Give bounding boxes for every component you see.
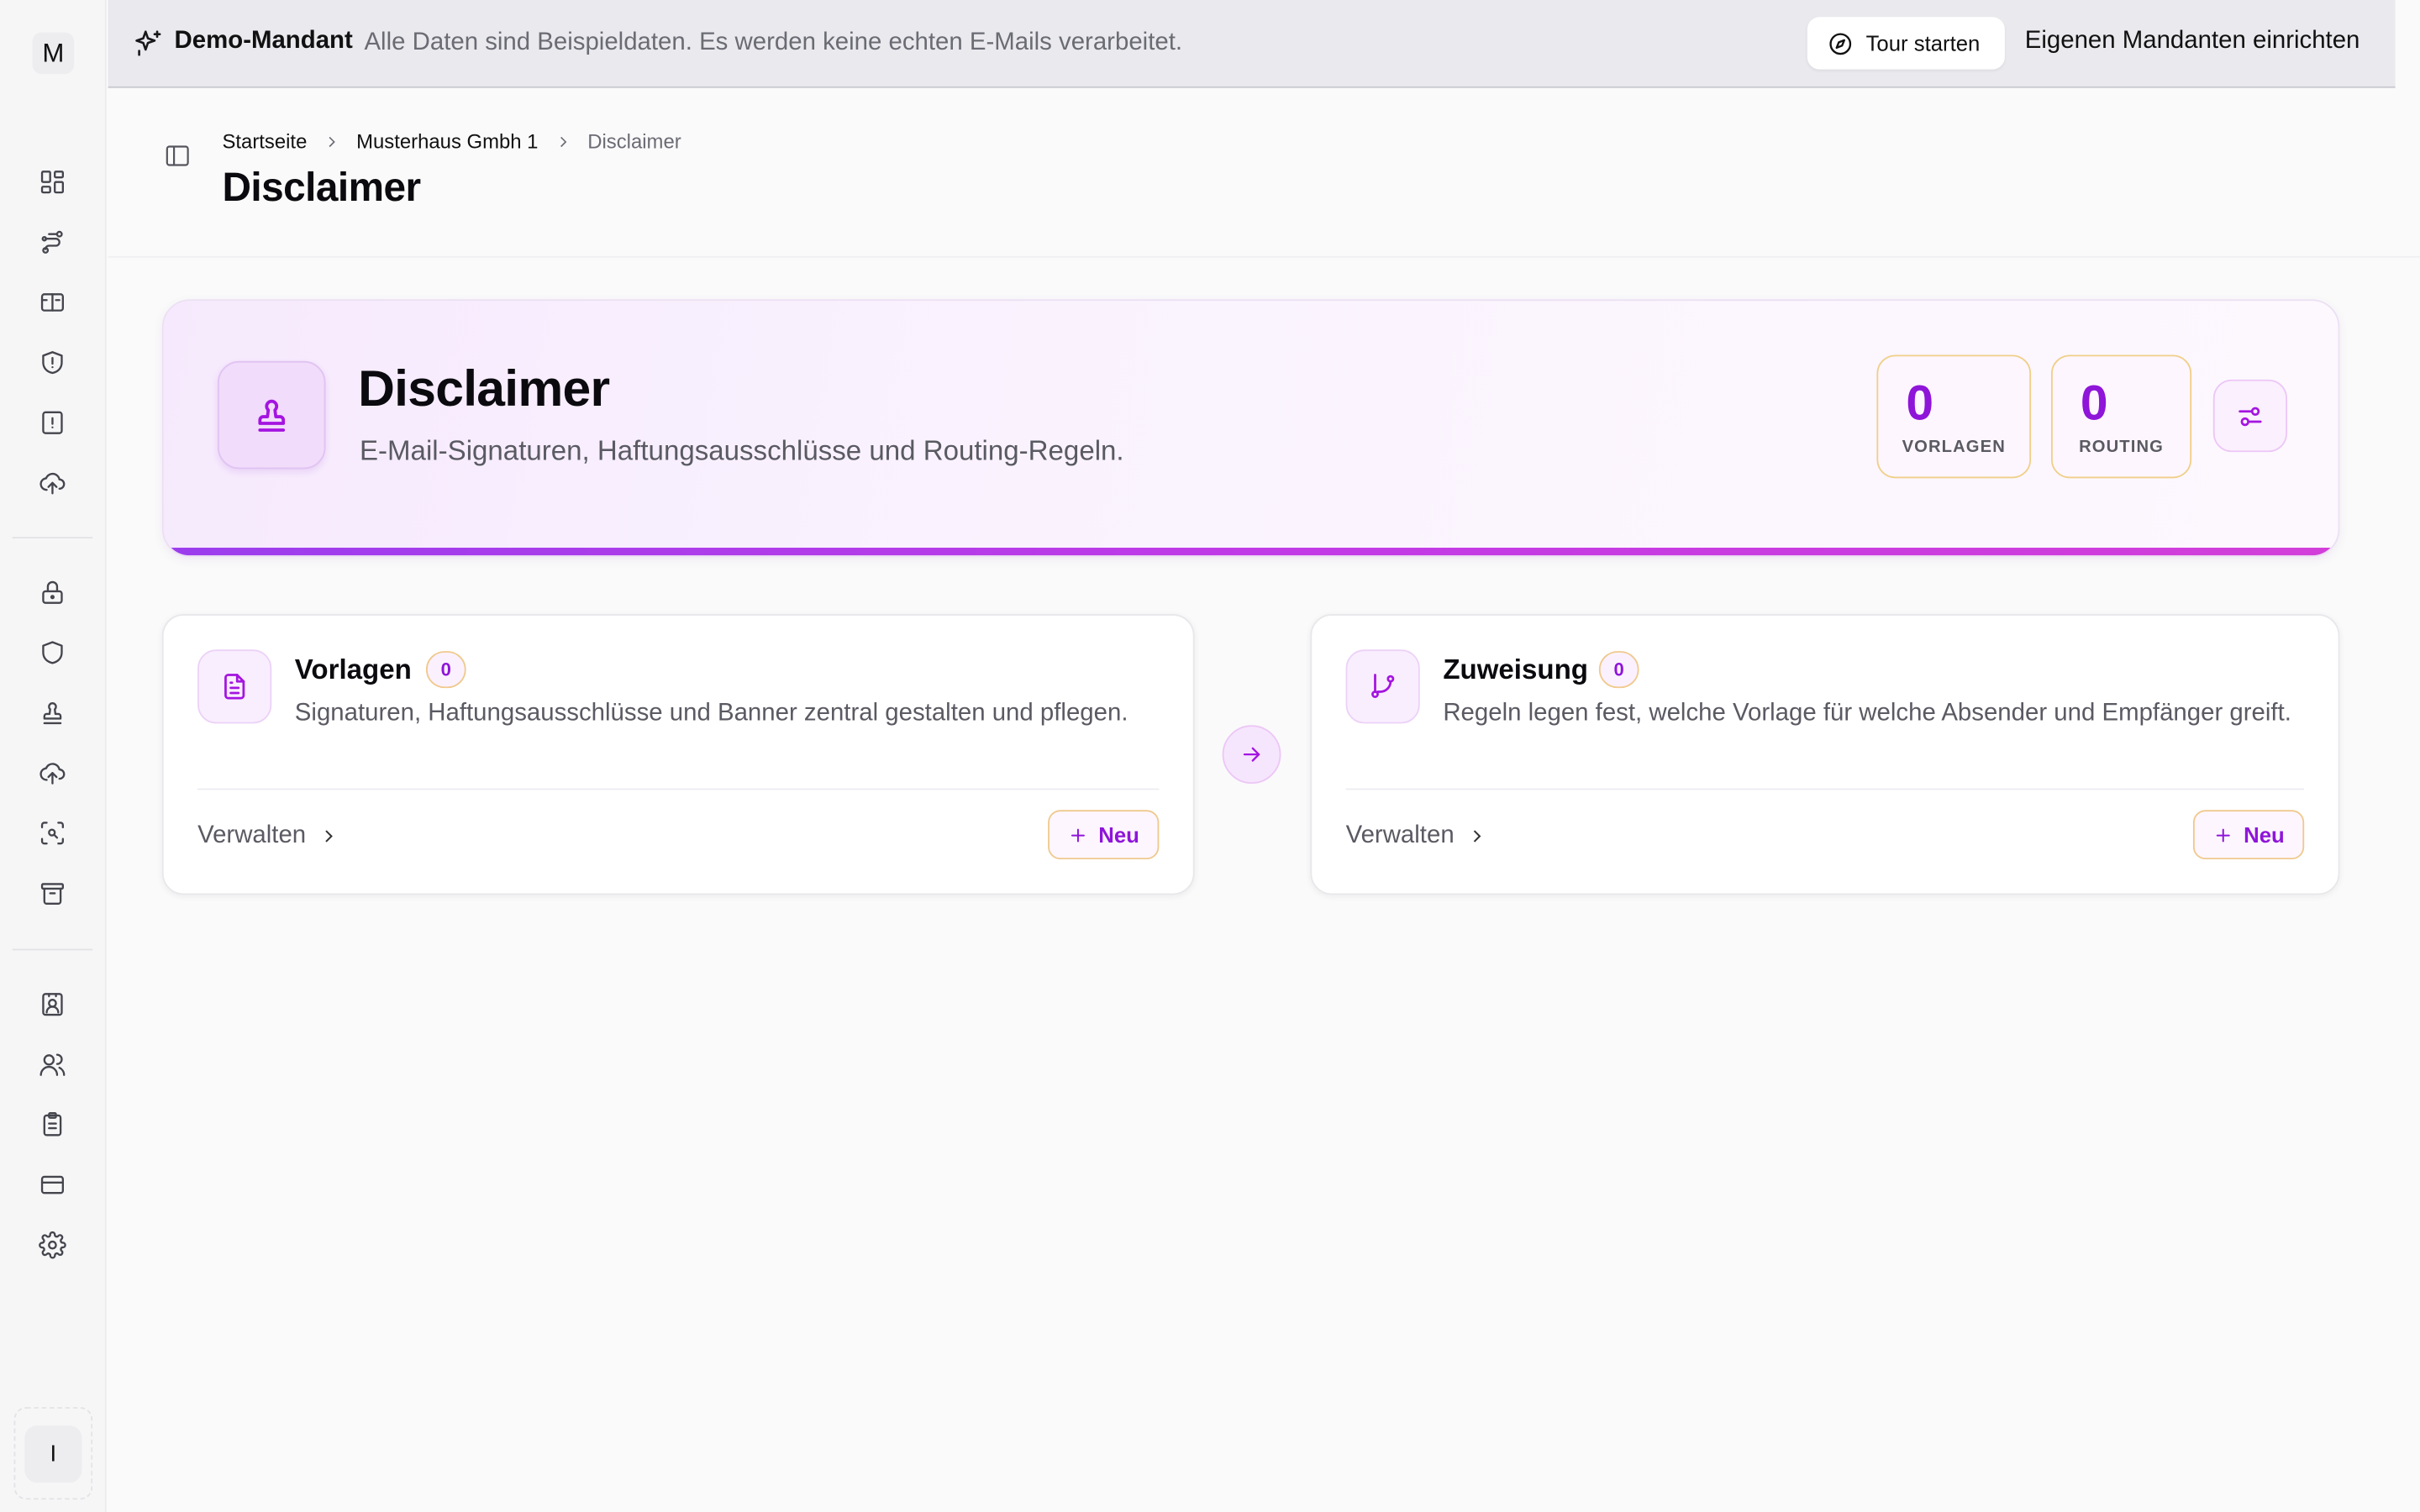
demo-tenant-name: Demo-Mandant (174, 28, 353, 55)
templates-card-description: Signaturen, Haftungsausschlüsse und Bann… (294, 700, 1128, 727)
card-divider (1345, 788, 2305, 790)
assignment-manage-link[interactable]: Verwalten (1346, 822, 1488, 850)
chevron-right-icon (323, 132, 341, 150)
start-tour-button[interactable]: Tour starten (1807, 17, 2005, 70)
shield-icon[interactable] (34, 634, 71, 671)
credit-card-icon[interactable] (34, 1167, 71, 1204)
cloud-upload-icon[interactable] (34, 754, 71, 791)
chevron-right-icon (554, 132, 572, 150)
assignment-card: Zuweisung 0 Regeln legen fest, welche Vo… (1310, 614, 2340, 895)
arrow-right-icon (1222, 725, 1281, 785)
sparkles-icon (133, 28, 164, 59)
setup-own-tenant-link[interactable]: Eigenen Mandanten einrichten (2025, 28, 2360, 55)
templates-manage-label: Verwalten (197, 822, 307, 849)
templates-new-label: Neu (1098, 822, 1139, 848)
chevron-right-icon (1474, 830, 1481, 843)
user-initial: I (50, 1441, 57, 1467)
card-divider (197, 788, 1160, 790)
templates-count-badge: 0 (425, 651, 466, 689)
route-icon[interactable] (34, 223, 71, 260)
scan-search-icon[interactable] (34, 815, 71, 852)
stat-templates-label: VORLAGEN (1902, 438, 2006, 457)
user-avatar[interactable]: I (24, 1425, 82, 1483)
breadcrumb: Startseite Musterhaus Gmbh 1 Disclaimer (222, 129, 681, 153)
stat-templates-value: 0 (1906, 375, 1934, 431)
workspace-logo-letter: M (42, 37, 65, 67)
assignment-manage-label: Verwalten (1345, 822, 1455, 849)
templates-new-button[interactable]: Neu (1048, 810, 1160, 860)
file-text-icon (197, 649, 272, 724)
dashboard-icon[interactable] (34, 164, 71, 201)
plus-icon (1071, 827, 1085, 842)
lock-icon[interactable] (34, 574, 71, 611)
cloud-upload-icon[interactable] (34, 465, 71, 501)
page-header: Startseite Musterhaus Gmbh 1 Disclaimer … (108, 90, 2420, 258)
assignment-count-badge: 0 (1598, 651, 1639, 689)
stat-routing: 0 ROUTING (2050, 354, 2192, 479)
sidebar: M I (0, 0, 107, 1512)
stat-routing-value: 0 (2080, 375, 2108, 431)
stamp-icon (217, 360, 326, 470)
disclaimer-hero-card: Disclaimer E-Mail-Signaturen, Haftungsau… (161, 299, 2340, 558)
hero-title: Disclaimer (358, 359, 610, 417)
shield-alert-icon[interactable] (34, 344, 71, 381)
assignment-new-button[interactable]: Neu (2192, 810, 2305, 860)
page-title: Disclaimer (222, 163, 421, 210)
gear-icon[interactable] (34, 1226, 71, 1263)
templates-manage-link[interactable]: Verwalten (197, 822, 339, 850)
assignment-new-label: Neu (2244, 822, 2285, 848)
hero-subtitle: E-Mail-Signaturen, Haftungsausschlüsse u… (359, 434, 1124, 466)
users-icon[interactable] (34, 1046, 71, 1083)
stamp-icon[interactable] (34, 695, 71, 732)
archive-icon[interactable] (34, 874, 71, 911)
settings-sliders-button[interactable] (2212, 379, 2287, 453)
assignment-card-title: Zuweisung (1443, 654, 1588, 685)
templates-card: Vorlagen 0 Signaturen, Haftungsausschlüs… (161, 614, 1195, 895)
sidebar-divider (12, 948, 93, 951)
clipboard-icon[interactable] (34, 1106, 71, 1143)
sidebar-toggle-icon[interactable] (164, 142, 192, 170)
chevron-right-icon (325, 830, 334, 843)
templates-card-title: Vorlagen (294, 654, 412, 685)
demo-note: Alle Daten sind Beispieldaten. Es werden… (364, 29, 1183, 56)
hero-accent-bar (163, 548, 2338, 556)
stat-routing-label: ROUTING (2079, 438, 2164, 457)
start-tour-label: Tour starten (1865, 30, 1981, 56)
workspace-logo[interactable]: M (32, 32, 75, 75)
stat-templates: 0 VORLAGEN (1876, 354, 2032, 479)
demo-banner: Demo-Mandant Alle Daten sind Beispieldat… (108, 0, 2396, 88)
breadcrumb-current: Disclaimer (587, 129, 681, 153)
sidebar-divider (12, 537, 93, 539)
compass-icon (1828, 30, 1854, 56)
sliders-icon (2238, 406, 2262, 426)
breadcrumb-tenant[interactable]: Musterhaus Gmbh 1 (356, 129, 538, 153)
file-alert-icon[interactable] (34, 404, 71, 441)
assignment-card-description: Regeln legen fest, welche Vorlage für we… (1443, 700, 2291, 727)
contact-icon[interactable] (34, 986, 71, 1023)
breadcrumb-home[interactable]: Startseite (222, 129, 307, 153)
plus-icon (2216, 827, 2230, 842)
git-branch-icon (1345, 649, 1420, 724)
ticket-icon[interactable] (34, 284, 71, 321)
